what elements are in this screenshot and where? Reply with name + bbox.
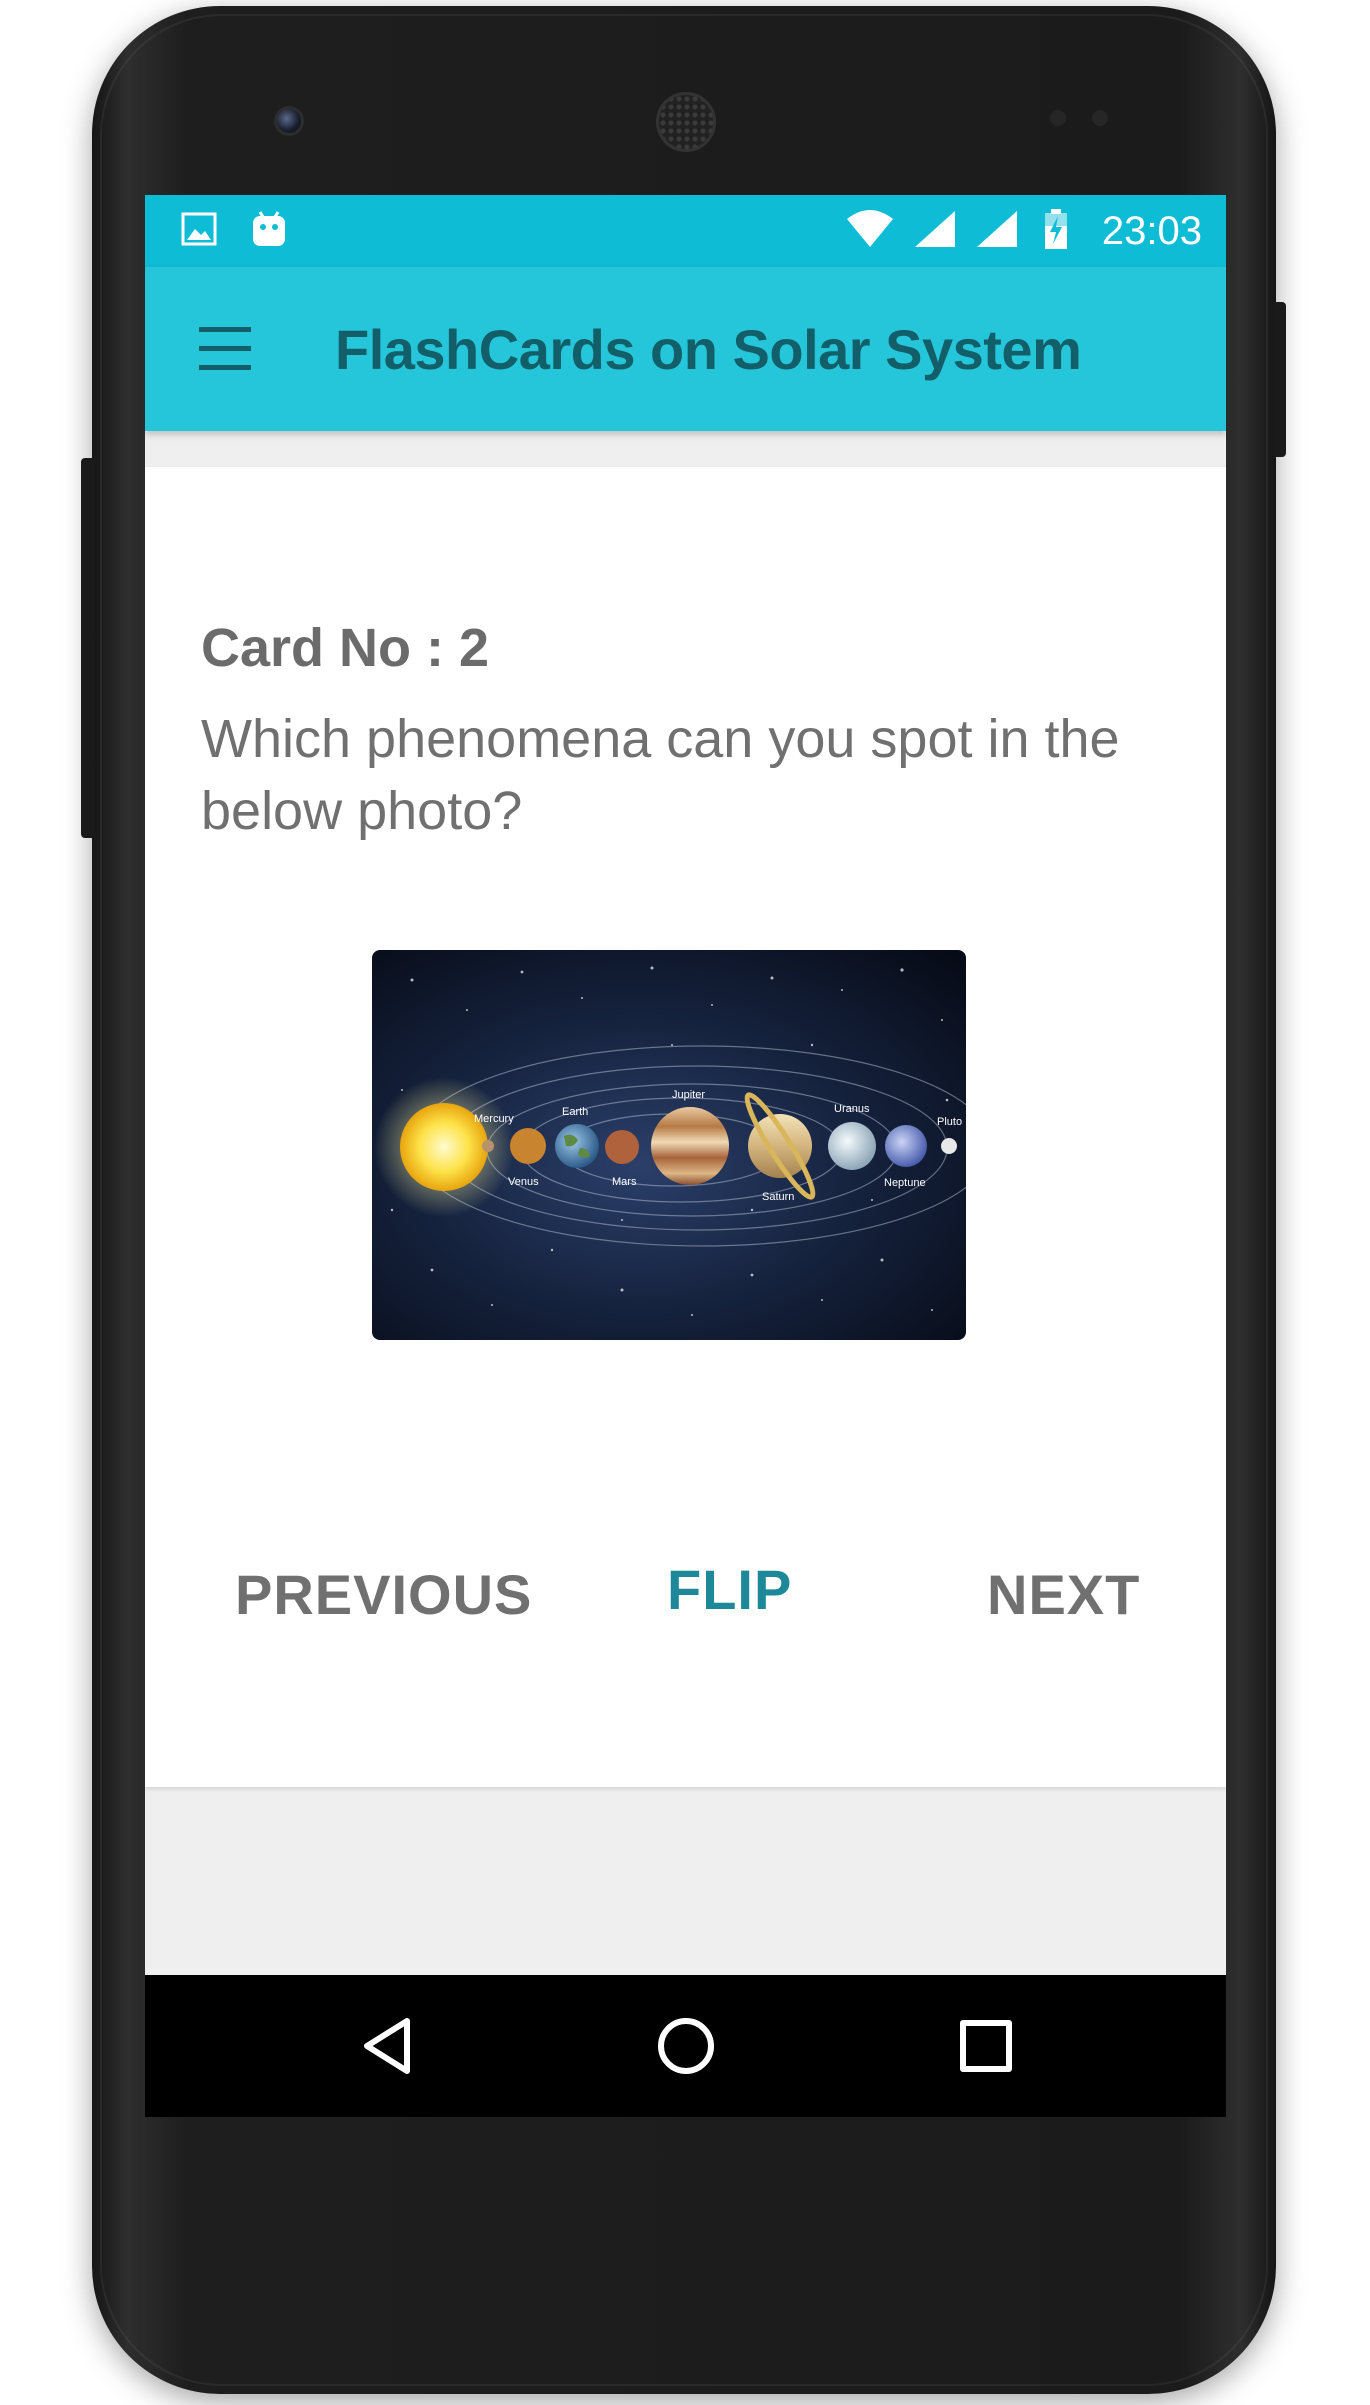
previous-button[interactable]: PREVIOUS <box>235 1562 532 1627</box>
android-icon <box>251 209 287 249</box>
image-icon <box>181 209 217 249</box>
status-bar: 23:03 <box>145 195 1226 267</box>
label-earth: Earth <box>562 1106 588 1118</box>
home-icon[interactable] <box>653 2013 719 2079</box>
power-button <box>1274 302 1286 457</box>
navigation-bar <box>145 1975 1226 2117</box>
battery-icon <box>1043 209 1069 249</box>
app-title: FlashCards on Solar System <box>335 318 1082 381</box>
menu-icon[interactable] <box>195 325 255 373</box>
signal-icon <box>913 209 957 249</box>
next-button[interactable]: NEXT <box>987 1562 1140 1627</box>
status-time: 23:03 <box>1101 209 1202 253</box>
label-jupiter: Jupiter <box>672 1089 705 1101</box>
card-question: Which phenomena can you spot in the belo… <box>201 709 1120 841</box>
recents-icon[interactable] <box>953 2013 1019 2079</box>
proximity-sensor <box>1050 110 1066 126</box>
front-camera <box>274 106 304 136</box>
volume-button <box>81 458 95 838</box>
screen: 23:03 FlashCards on Solar System Card No… <box>145 195 1226 2117</box>
flip-button[interactable]: FLIP <box>667 1557 792 1622</box>
light-sensor <box>1092 110 1108 126</box>
wifi-icon <box>845 209 895 249</box>
label-venus: Venus <box>508 1176 539 1188</box>
app-bar: FlashCards on Solar System <box>145 267 1226 431</box>
card-number: Card No : 2 <box>201 618 490 678</box>
label-neptune: Neptune <box>884 1177 926 1189</box>
back-icon[interactable] <box>355 2013 421 2079</box>
solar-system-image: Mercury Venus Earth Mars Jupiter Saturn … <box>372 950 966 1340</box>
signal-icon <box>975 209 1019 249</box>
earpiece-speaker <box>656 92 716 152</box>
label-mars: Mars <box>612 1176 637 1188</box>
label-uranus: Uranus <box>834 1103 870 1115</box>
label-saturn: Saturn <box>762 1191 794 1203</box>
label-pluto: Pluto <box>937 1116 962 1128</box>
flashcard: Card No : 2 Which phenomena can you spot… <box>145 467 1226 1787</box>
label-mercury: Mercury <box>474 1113 514 1125</box>
